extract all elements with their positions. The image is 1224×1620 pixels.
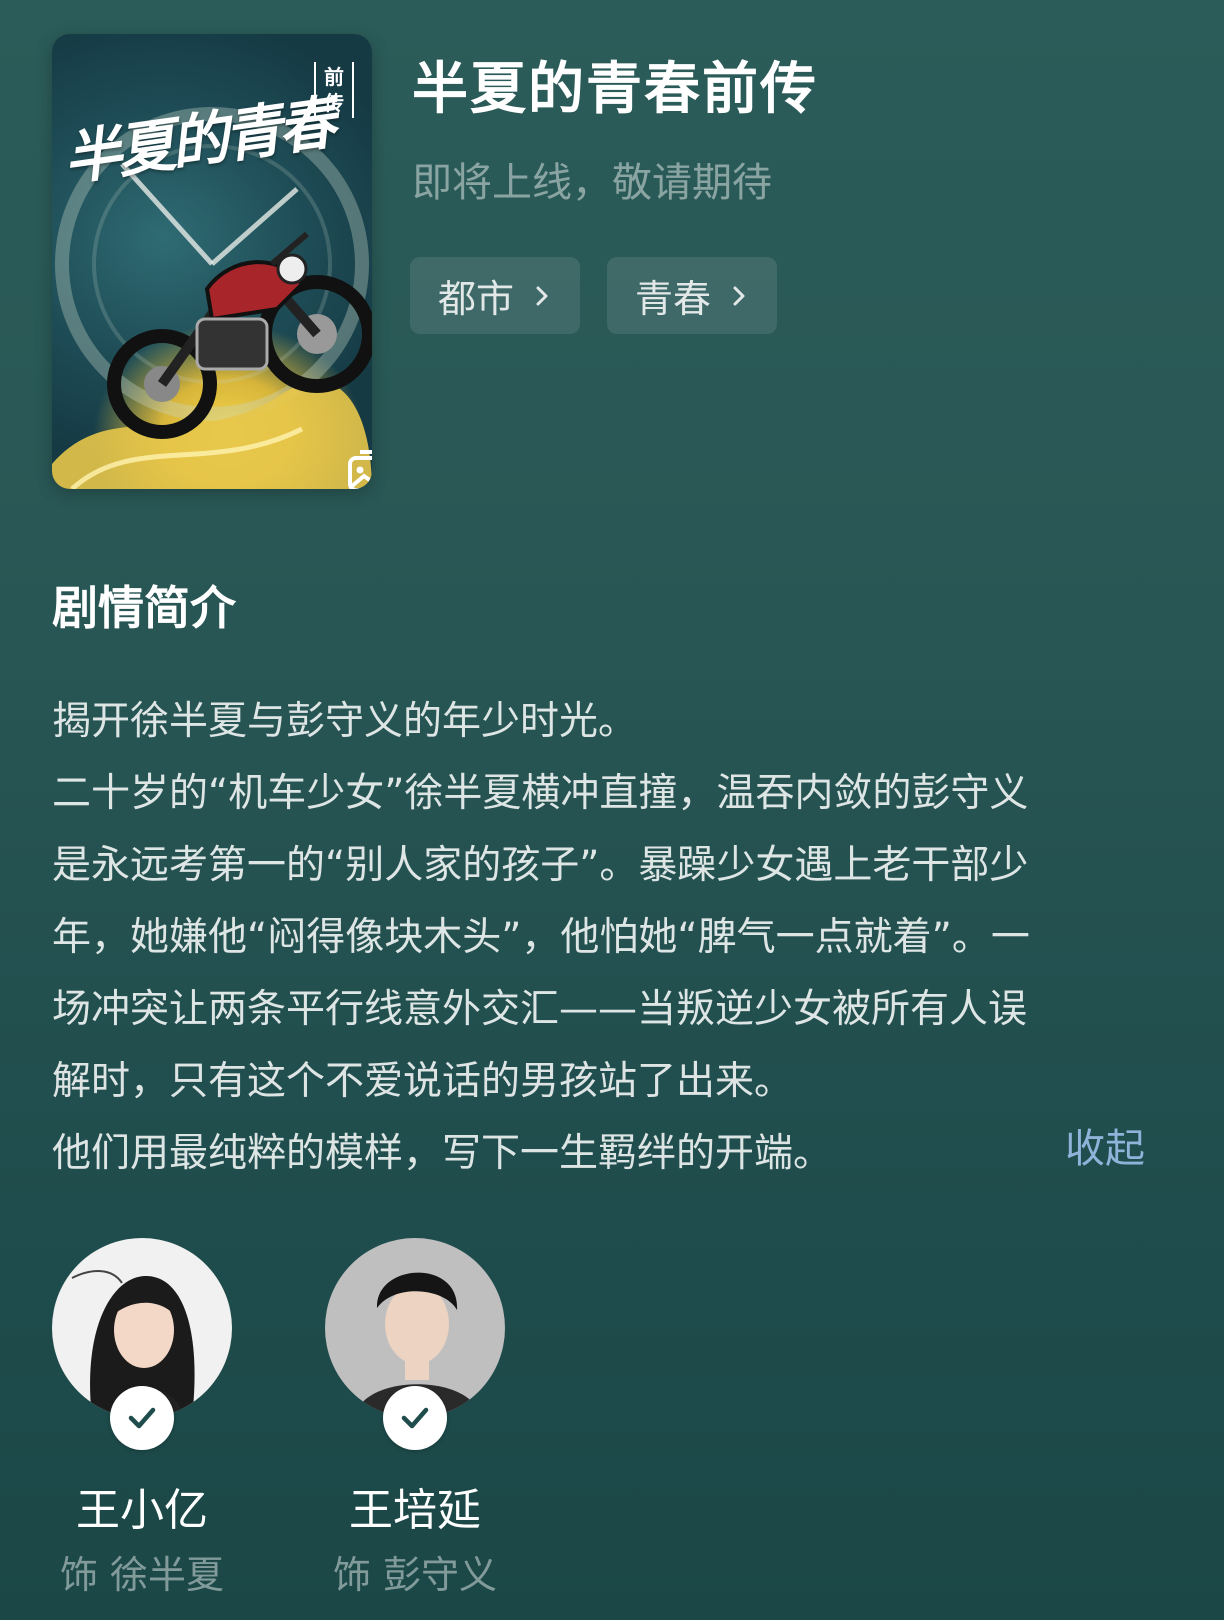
synopsis-text: 揭开徐半夏与彭守义的年少时光。 二十岁的“机车少女”徐半夏横冲直撞，温吞内敛的彭… (52, 686, 1182, 1190)
collapse-button[interactable]: 收起 (1065, 1116, 1145, 1174)
actor-role: 饰 徐半夏 (59, 1553, 225, 1597)
avatar[interactable] (325, 1238, 505, 1450)
synopsis-line: 揭开徐半夏与彭守义的年少时光。 (52, 699, 638, 744)
verified-badge (110, 1386, 174, 1450)
tag-youth[interactable]: 青春 (607, 257, 777, 334)
verified-badge (383, 1386, 447, 1450)
synopsis-line: 二十岁的“机车少女”徐半夏横冲直撞，温吞内敛的彭守义 (52, 771, 1029, 816)
synopsis-line: 他们用最纯粹的模样，写下一生羁绊的开端。 (52, 1131, 833, 1176)
tag-label: 青春 (634, 277, 711, 321)
tag-label: 都市 (437, 277, 514, 321)
synopsis-heading: 剧情简介 (52, 581, 236, 635)
synopsis-line: 解时，只有这个不爱说话的男孩站了出来。 (52, 1059, 794, 1104)
release-status: 即将上线，敬请期待 (412, 160, 772, 206)
actor-role: 饰 彭守义 (332, 1553, 498, 1597)
check-icon (128, 1407, 156, 1429)
genre-tags: 都市 青春 (410, 257, 777, 334)
chevron-right-icon (536, 286, 548, 305)
cast-member[interactable]: 王小亿 饰 徐半夏 (52, 1238, 232, 1597)
actor-name[interactable]: 王培延 (285, 1474, 545, 1538)
poster-tag-art: 前传 (314, 62, 354, 118)
cast-member[interactable]: 王培延 饰 彭守义 (325, 1238, 505, 1597)
gallery-icon[interactable] (344, 444, 372, 489)
check-icon (401, 1407, 429, 1429)
show-title: 半夏的青春前传 (412, 57, 818, 122)
poster-image[interactable]: 半夏的青春 前传 (52, 34, 372, 489)
chevron-right-icon (733, 286, 745, 305)
synopsis-line: 年，她嫌他“闷得像块木头”，他怕她“脾气一点就着”。一 (52, 915, 1030, 960)
synopsis-line: 场冲突让两条平行线意外交汇——当叛逆少女被所有人误 (52, 987, 1028, 1032)
tag-urban[interactable]: 都市 (410, 257, 580, 334)
actor-name[interactable]: 王小亿 (12, 1474, 272, 1538)
avatar[interactable] (52, 1238, 232, 1450)
synopsis-line: 是永远考第一的“别人家的孩子”。暴躁少女遇上老干部少 (52, 843, 1029, 888)
